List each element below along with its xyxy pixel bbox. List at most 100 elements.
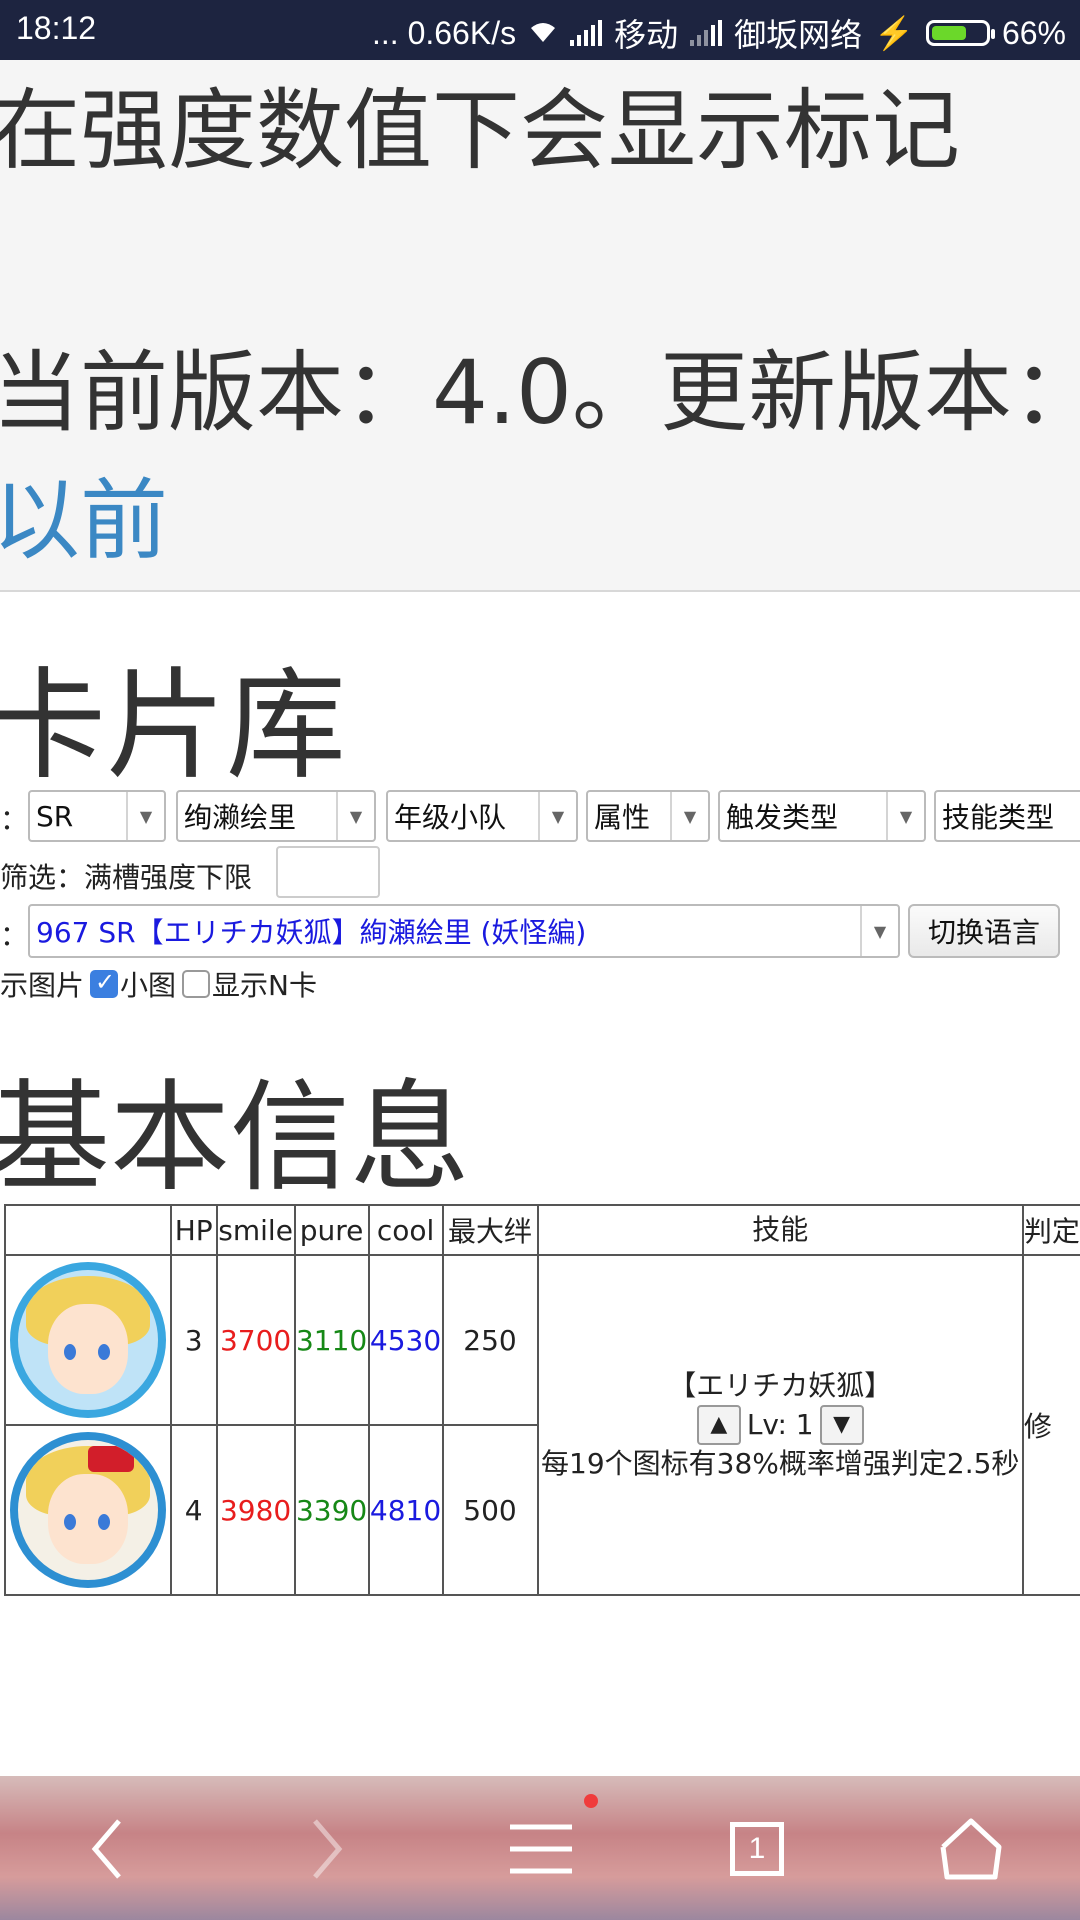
network-speed: ... 0.66K/s — [372, 14, 517, 51]
skill-type-select-value: 技能类型 — [942, 801, 1055, 834]
avatar-eye — [63, 1344, 76, 1360]
pure-cell: 3390 — [293, 1424, 370, 1596]
menu-icon — [510, 1824, 572, 1874]
table-row: 3 3700 3110 4530 250 【エリチカ妖狐】 ▲ Lv: 1 ▼ … — [4, 1254, 1080, 1596]
trigger-type-select[interactable]: 触发类型 ▼ — [718, 790, 926, 842]
signal-icon — [570, 20, 603, 46]
cool-cell: 4530 — [367, 1254, 444, 1426]
basic-info-table: HP smile pure cool 最大绊 技能 判定 3 3700 3110… — [4, 1204, 1080, 1596]
charging-icon: ⚡ — [874, 15, 914, 51]
table-header-smile: smile — [215, 1204, 296, 1256]
menu-button[interactable] — [506, 1814, 576, 1884]
card-select-row: ： 967 SR【エリチカ妖狐】絢瀬絵里 (妖怪編) ▼ 切换语言 — [0, 904, 1080, 958]
bond-cell: 500 — [441, 1424, 539, 1596]
notice-line-2: 当前版本：4.0。更新版本： — [0, 341, 1080, 444]
strength-filter-label: 筛选：满槽强度下限 — [0, 861, 253, 894]
unit-select-value: 年级小队 — [394, 801, 507, 834]
table-header-avatar — [4, 1204, 172, 1256]
notification-dot — [584, 1794, 598, 1808]
member-select[interactable]: 绚濑绘里 ▼ — [176, 790, 376, 842]
table-header-judge: 判定 — [1021, 1204, 1080, 1256]
avatar-eye — [97, 1514, 110, 1530]
smile-cell: 3700 — [215, 1254, 296, 1426]
forward-icon — [313, 1819, 343, 1879]
back-button[interactable] — [72, 1814, 142, 1884]
attribute-select-value: 属性 — [594, 801, 651, 834]
basic-info-title: 基本信息 — [0, 1069, 470, 1208]
chevron-down-icon: ▼ — [126, 792, 164, 840]
hp-cell: 3 — [169, 1254, 218, 1426]
notice-area: 在强度数值下会显示标记 当前版本：4.0。更新版本： 以前 — [0, 60, 1080, 592]
smile-cell: 3980 — [215, 1424, 296, 1596]
battery-fill — [931, 26, 967, 40]
table-header-bond: 最大绊 — [441, 1204, 539, 1256]
skill-cell: 【エリチカ妖狐】 ▲ Lv: 1 ▼ 每19个图标有38%概率增强判定2.5秒 — [536, 1254, 1024, 1596]
filter-colon: ： — [0, 803, 29, 836]
forward-button[interactable] — [292, 1814, 362, 1884]
skill-type-select[interactable]: 技能类型 — [934, 790, 1080, 842]
avatar — [9, 1262, 166, 1418]
unit-select[interactable]: 年级小队 ▼ — [386, 790, 578, 842]
carrier-1: 移动 — [614, 17, 679, 53]
pure-cell: 3110 — [293, 1254, 370, 1426]
show-n-checkbox[interactable] — [182, 970, 211, 998]
notice-line-1: 在强度数值下会显示标记 — [0, 79, 961, 182]
filter-row: ： SR ▼ 绚濑绘里 ▼ 年级小队 ▼ 属性 ▼ 触发类型 ▼ 技能类型 — [0, 790, 1080, 844]
status-bar: 18:12 ... 0.66K/s 移动 御坂网络 ⚡ 66% — [0, 0, 1080, 60]
avatar-bow — [87, 1446, 134, 1472]
avatar-cell — [4, 1424, 172, 1596]
show-images-label: 示图片 — [0, 969, 85, 1002]
avatar-face — [47, 1304, 128, 1394]
rarity-select-value: SR — [36, 799, 74, 833]
wifi-icon — [528, 15, 558, 52]
back-icon — [91, 1819, 121, 1879]
tabs-icon: 1 — [730, 1822, 784, 1876]
skill-name: 【エリチカ妖狐】 — [668, 1369, 893, 1402]
trigger-type-select-value: 触发类型 — [726, 801, 839, 834]
strength-filter-input[interactable] — [276, 846, 380, 898]
tab-count: 1 — [748, 1832, 766, 1865]
avatar-eye — [97, 1344, 110, 1360]
table-header-skill: 技能 — [536, 1204, 1024, 1256]
small-image-checkbox[interactable] — [90, 968, 119, 998]
battery-icon — [925, 20, 995, 46]
notice-link[interactable]: 以前 — [0, 450, 168, 577]
card-select[interactable]: 967 SR【エリチカ妖狐】絢瀬絵里 (妖怪編) ▼ — [28, 904, 900, 958]
table-header-cool: cool — [367, 1204, 444, 1256]
chevron-down-icon: ▼ — [336, 792, 374, 840]
library-title: 卡片库 — [0, 657, 346, 796]
battery-percent: 66% — [1001, 14, 1066, 51]
rarity-select[interactable]: SR ▼ — [28, 790, 166, 842]
skill-level-row: ▲ Lv: 1 ▼ — [539, 1405, 1022, 1445]
attribute-select[interactable]: 属性 ▼ — [586, 790, 710, 842]
small-image-label: 小图 — [120, 969, 177, 1002]
show-n-label: 显示N卡 — [212, 969, 317, 1002]
avatar-face — [47, 1474, 128, 1564]
status-time: 18:12 — [16, 10, 97, 46]
card-colon: ： — [0, 919, 29, 952]
home-button[interactable] — [936, 1814, 1006, 1884]
bottom-nav-bar: 1 — [0, 1776, 1080, 1920]
table-header-pure: pure — [293, 1204, 370, 1256]
signal-icon-2 — [690, 20, 723, 46]
judge-cell: 修 — [1021, 1254, 1080, 1596]
display-options-row: 示图片 小图 显示N卡 — [0, 964, 317, 1004]
table-header-hp: HP — [169, 1204, 218, 1256]
table-header-row: HP smile pure cool 最大绊 技能 判定 — [4, 1204, 1080, 1256]
chevron-down-icon: ▼ — [538, 792, 576, 840]
skill-description: 每19个图标有38%概率增强判定2.5秒 — [541, 1447, 1020, 1480]
avatar — [9, 1432, 166, 1588]
skill-level: Lv: 1 — [746, 1408, 814, 1441]
tabs-button[interactable]: 1 — [722, 1814, 792, 1884]
home-icon — [940, 1818, 1002, 1880]
member-select-value: 绚濑绘里 — [184, 801, 297, 834]
cool-cell: 4810 — [367, 1424, 444, 1596]
switch-language-button[interactable]: 切换语言 — [908, 904, 1060, 958]
bond-cell: 250 — [441, 1254, 539, 1426]
level-down-button[interactable]: ▼ — [819, 1405, 864, 1445]
card-select-value: 967 SR【エリチカ妖狐】絢瀬絵里 (妖怪編) — [36, 916, 587, 949]
level-up-button[interactable]: ▲ — [696, 1405, 741, 1445]
avatar-cell — [4, 1254, 172, 1426]
status-right: ... 0.66K/s 移动 御坂网络 ⚡ 66% — [372, 10, 1066, 56]
hp-cell: 4 — [169, 1424, 218, 1596]
